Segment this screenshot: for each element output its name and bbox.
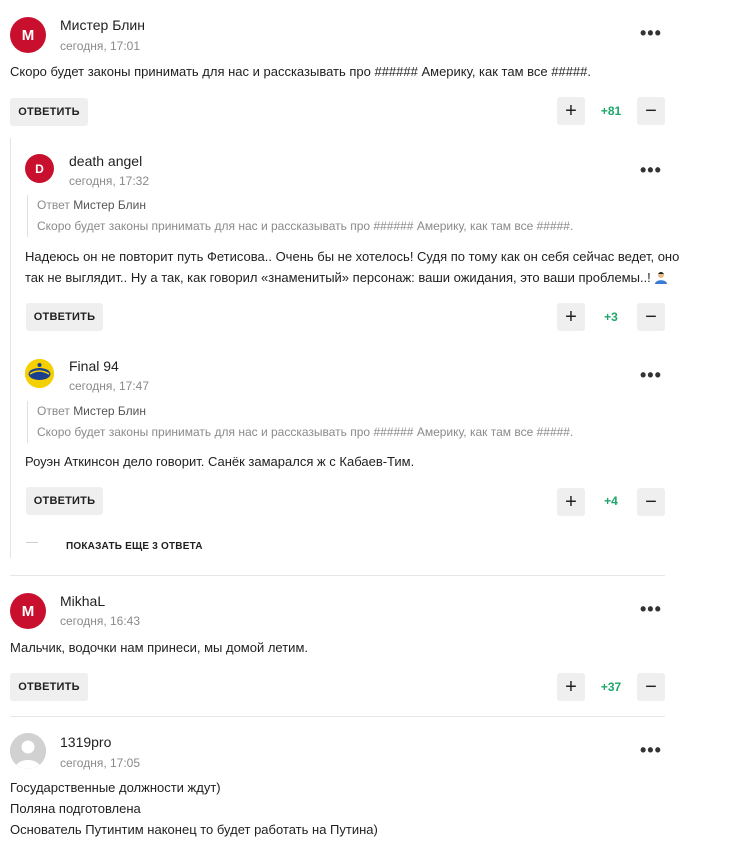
comment-text: Мальчик, водочки нам принеси, мы домой л…	[10, 640, 308, 655]
comment-time: сегодня, 17:05	[60, 756, 141, 770]
score: +81	[600, 104, 622, 118]
plus-icon[interactable]: +	[557, 303, 585, 331]
avatar[interactable]: М	[10, 17, 46, 53]
more-dots-icon[interactable]: •••	[640, 161, 662, 179]
comment-divider	[10, 575, 665, 576]
more-dots-icon[interactable]: •••	[640, 366, 662, 384]
minus-icon[interactable]: −	[637, 303, 665, 331]
more-dots-icon[interactable]: •••	[640, 24, 662, 42]
comment-text: Скоро будет законы принимать для нас и р…	[10, 64, 592, 79]
show-more-replies-button[interactable]: ПОКАЗАТЬ ЕЩЕ 3 ОТВЕТА	[66, 541, 203, 552]
comment-time: сегодня, 17:01	[60, 39, 141, 53]
comment-author[interactable]: 1319pro	[60, 734, 111, 750]
reply-text-content: так не выглядит.. Ну а так, как говорил …	[25, 270, 651, 285]
person-emoji-icon	[654, 268, 668, 284]
quote-prefix: Ответ	[37, 404, 70, 418]
reply-quote: Ответ Мистер Блин Скоро будет законы при…	[27, 195, 573, 237]
reply-author[interactable]: death angel	[69, 153, 142, 169]
team-logo-icon	[25, 359, 54, 388]
reply-button[interactable]: ОТВЕТИТЬ	[10, 98, 88, 126]
reply-time: сегодня, 17:47	[69, 379, 150, 393]
reply-text-line: так не выглядит.. Ну а так, как говорил …	[25, 266, 668, 290]
reply-time: сегодня, 17:32	[69, 174, 150, 188]
comment-author[interactable]: MikhaL	[60, 593, 105, 609]
score: +37	[600, 680, 622, 694]
reply-button[interactable]: ОТВЕТИТЬ	[26, 303, 103, 331]
minus-icon[interactable]: −	[637, 673, 665, 701]
show-more-dash	[26, 542, 38, 543]
plus-icon[interactable]: +	[557, 97, 585, 125]
score: +3	[604, 310, 618, 324]
quote-text: Скоро будет законы принимать для нас и р…	[37, 425, 574, 439]
score: +4	[604, 494, 618, 508]
comment-time: сегодня, 16:43	[60, 614, 141, 628]
reply-button[interactable]: ОТВЕТИТЬ	[10, 673, 88, 701]
quote-author[interactable]: Мистер Блин	[73, 404, 146, 418]
comment-author[interactable]: Мистер Блин	[60, 17, 145, 33]
minus-icon[interactable]: −	[637, 97, 665, 125]
more-dots-icon[interactable]: •••	[640, 741, 662, 759]
default-user-icon	[10, 733, 46, 769]
reply-text: Роуэн Аткинсон дело говорит. Санёк замар…	[25, 454, 415, 469]
avatar[interactable]	[10, 733, 46, 769]
minus-icon[interactable]: −	[637, 488, 665, 516]
plus-icon[interactable]: +	[557, 488, 585, 516]
comment-text-line: Основатель Путинтим наконец то будет раб…	[10, 822, 378, 837]
comment-divider	[10, 716, 665, 717]
reply-button[interactable]: ОТВЕТИТЬ	[26, 487, 103, 515]
avatar[interactable]: D	[25, 154, 54, 183]
reply-quote: Ответ Мистер Блин Скоро будет законы при…	[27, 401, 573, 443]
thread-line	[10, 138, 11, 558]
reply-author[interactable]: Final 94	[69, 358, 119, 374]
plus-icon[interactable]: +	[557, 673, 585, 701]
quote-author[interactable]: Мистер Блин	[73, 198, 146, 212]
more-dots-icon[interactable]: •••	[640, 600, 662, 618]
quote-prefix: Ответ	[37, 198, 70, 212]
avatar[interactable]	[25, 359, 54, 388]
avatar[interactable]: M	[10, 593, 46, 629]
quote-text: Скоро будет законы принимать для нас и р…	[37, 219, 574, 233]
